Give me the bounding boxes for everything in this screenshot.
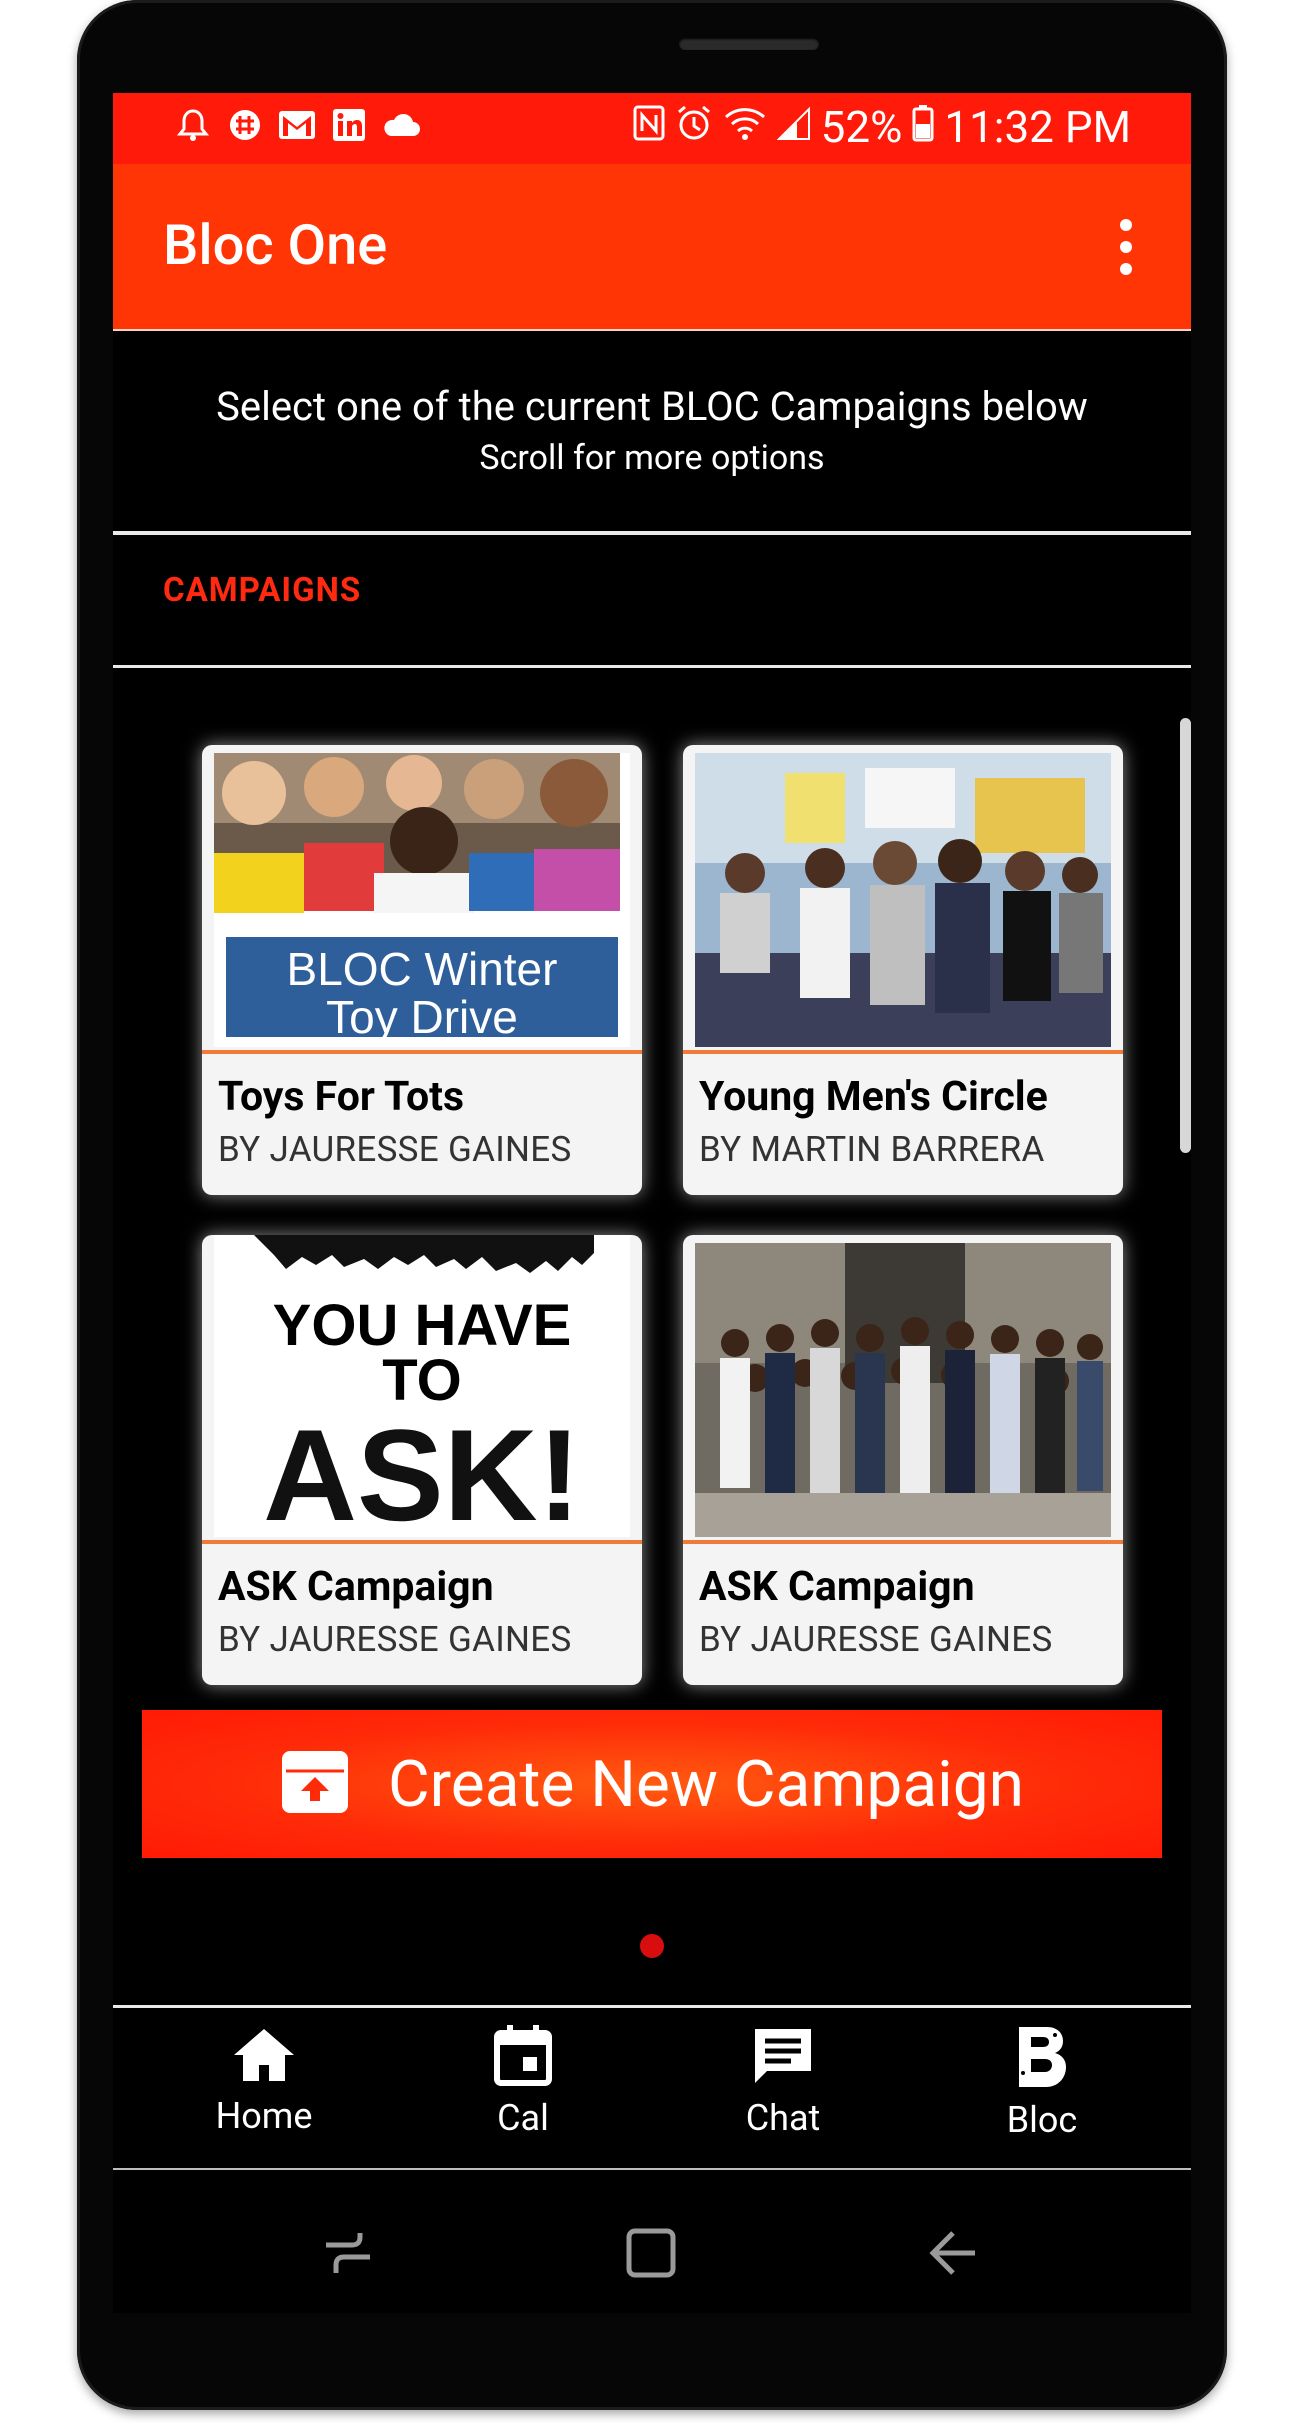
page-indicator-dot xyxy=(640,1934,664,1958)
campaign-card-ask-campaign-group[interactable]: ASK Campaign BY JAURESSE GAINES xyxy=(683,1235,1123,1685)
app-bar: Bloc One xyxy=(113,164,1191,331)
intro-line-1: Select one of the current BLOC Campaigns… xyxy=(216,383,1088,430)
nav-label: Bloc xyxy=(1006,2099,1078,2141)
card-divider xyxy=(202,1540,642,1544)
chat-icon xyxy=(751,2029,815,2091)
calendar-icon xyxy=(493,2025,553,2091)
signal-icon xyxy=(776,105,811,149)
campaign-image: YOU HAVE TO ASK! xyxy=(214,1235,630,1537)
divider xyxy=(113,665,1191,668)
app-screen: 52% 11:32 PM Bloc One Select one of the … xyxy=(113,93,1191,2193)
campaign-card-young-mens-circle[interactable]: Young Men's Circle BY MARTIN BARRERA xyxy=(683,745,1123,1195)
svg-text:BLOC Winter: BLOC Winter xyxy=(287,943,558,995)
nav-chat[interactable]: Chat xyxy=(693,2025,873,2139)
campaign-author: BY JAURESSE GAINES xyxy=(699,1619,1053,1660)
card-divider xyxy=(683,1540,1123,1544)
campaign-author: BY JAURESSE GAINES xyxy=(218,1129,572,1170)
divider xyxy=(113,531,1191,535)
gmail-icon xyxy=(277,105,317,145)
app-title: Bloc One xyxy=(163,212,388,278)
create-campaign-button[interactable]: Create New Campaign xyxy=(142,1710,1162,1858)
campaign-card-ask-campaign[interactable]: YOU HAVE TO ASK! ASK Campaign BY JAURESS… xyxy=(202,1235,642,1685)
nav-label: Home xyxy=(215,2095,313,2137)
campaign-title: ASK Campaign xyxy=(218,1563,494,1611)
nfc-icon xyxy=(633,105,665,149)
svg-text:ASK!: ASK! xyxy=(263,1402,581,1537)
system-status: 52% 11:32 PM xyxy=(633,101,1131,153)
battery-percent: 52% xyxy=(820,101,903,153)
section-label: CAMPAIGNS xyxy=(163,571,362,610)
cloud-icon xyxy=(381,105,421,145)
clock: 11:32 PM xyxy=(944,101,1131,153)
more-options-icon[interactable] xyxy=(1116,219,1136,279)
svg-text:Toy Drive: Toy Drive xyxy=(326,991,518,1043)
bloc-logo-icon xyxy=(1015,2027,1069,2093)
system-navigation-bar xyxy=(113,2193,1191,2313)
home-button[interactable] xyxy=(621,2223,681,2283)
card-divider xyxy=(683,1050,1123,1054)
recent-apps-button[interactable] xyxy=(318,2223,378,2283)
campaign-title: Young Men's Circle xyxy=(699,1073,1048,1121)
slack-icon xyxy=(225,105,265,145)
upload-box-icon xyxy=(280,1749,350,1819)
campaign-author: BY MARTIN BARRERA xyxy=(699,1129,1045,1170)
create-campaign-label: Create New Campaign xyxy=(388,1746,1024,1822)
campaign-author: BY JAURESSE GAINES xyxy=(218,1619,572,1660)
nav-label: Chat xyxy=(745,2097,821,2139)
nav-bloc[interactable]: Bloc xyxy=(952,2025,1132,2141)
nav-home[interactable]: Home xyxy=(174,2025,354,2137)
divider xyxy=(113,2168,1191,2170)
campaign-title: Toys For Tots xyxy=(218,1073,465,1121)
card-divider xyxy=(202,1050,642,1054)
campaign-image: BLOC Winter Toy Drive xyxy=(214,753,630,1047)
bell-icon xyxy=(173,105,213,145)
notification-icons xyxy=(173,105,421,145)
phone-speaker xyxy=(679,38,819,50)
linkedin-icon xyxy=(329,105,369,145)
wifi-icon xyxy=(723,105,767,149)
nav-calendar[interactable]: Cal xyxy=(433,2025,613,2139)
intro-line-2: Scroll for more options xyxy=(479,438,825,478)
intro-text: Select one of the current BLOC Campaigns… xyxy=(113,383,1191,478)
campaign-image xyxy=(695,1243,1111,1537)
nav-label: Cal xyxy=(497,2097,549,2139)
scrollbar[interactable] xyxy=(1180,718,1191,1153)
battery-icon xyxy=(912,104,934,150)
campaign-card-toys-for-tots[interactable]: BLOC Winter Toy Drive Toys For Tots BY J… xyxy=(202,745,642,1195)
alarm-icon xyxy=(675,104,713,150)
bottom-navigation: Home Cal Chat Bloc xyxy=(113,2005,1191,2167)
status-bar: 52% 11:32 PM xyxy=(113,93,1191,164)
campaign-image xyxy=(695,753,1111,1047)
back-button[interactable] xyxy=(923,2223,983,2283)
campaign-title: ASK Campaign xyxy=(699,1563,975,1611)
home-icon xyxy=(232,2029,296,2089)
